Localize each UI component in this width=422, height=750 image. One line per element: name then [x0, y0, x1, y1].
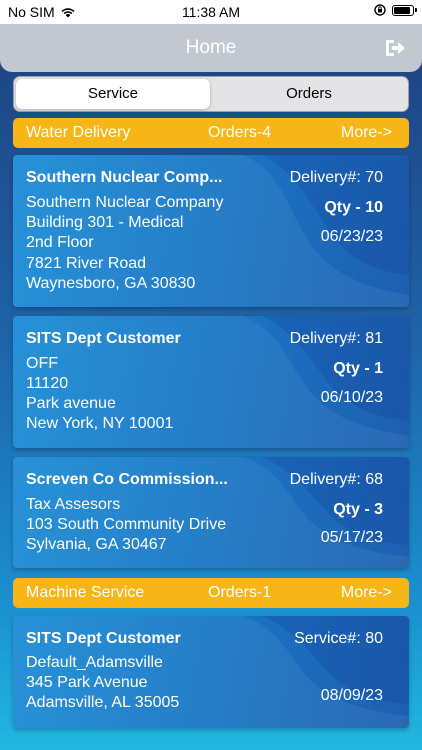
address-line: Default_Adamsville: [26, 654, 163, 671]
delivery-date: 06/10/23: [320, 389, 383, 406]
address-line: Tax Assesors: [26, 496, 121, 513]
delivery-number: Delivery#: 81: [289, 330, 383, 347]
customer-name: SITS Dept Customer: [26, 630, 181, 647]
service-date: 08/09/23: [320, 687, 383, 704]
delivery-number: Delivery#: 68: [289, 471, 383, 488]
delivery-card[interactable]: SITS Dept Customer Delivery#: 81 OFF 111…: [13, 316, 409, 448]
section-order-count: Orders-1: [208, 584, 272, 601]
section-title: Machine Service: [26, 584, 145, 601]
delivery-card[interactable]: Screven Co Commission... Delivery#: 68 T…: [13, 457, 409, 568]
address-line: New York, NY 10001: [26, 415, 174, 432]
quantity: Qty - 1: [333, 360, 383, 377]
more-link[interactable]: More->: [341, 584, 392, 602]
customer-name: Southern Nuclear Comp...: [26, 169, 223, 186]
address-line: 103 South Community Drive: [26, 516, 227, 533]
service-orders-segmented-control: Service Orders: [13, 76, 409, 112]
address-line: OFF: [26, 355, 58, 372]
delivery-date: 06/23/23: [320, 228, 383, 245]
section-header-machine-service: Machine Service Orders-1 More->: [13, 578, 409, 608]
battery-icon: [392, 4, 417, 16]
address-line: Southern Nuclear Company: [26, 194, 224, 211]
quantity: Qty - 3: [333, 501, 383, 518]
tab-orders[interactable]: Orders: [212, 79, 406, 109]
delivery-number: Delivery#: 70: [289, 169, 383, 186]
address-line: Adamsville, AL 35005: [26, 694, 180, 711]
customer-name: Screven Co Commission...: [26, 471, 228, 488]
logout-icon[interactable]: [384, 38, 406, 58]
more-link[interactable]: More->: [341, 124, 392, 142]
delivery-date: 05/17/23: [320, 529, 383, 546]
address-line: 11120: [26, 375, 69, 392]
address-line: Sylvania, GA 30467: [26, 536, 167, 553]
address-line: 7821 River Road: [26, 255, 147, 272]
delivery-card[interactable]: Southern Nuclear Comp... Delivery#: 70 S…: [13, 155, 409, 307]
quantity: Qty - 10: [324, 199, 383, 216]
clock: 11:38 AM: [181, 4, 241, 20]
service-card[interactable]: SITS Dept Customer Service#: 80 Default_…: [13, 616, 409, 728]
address-line: 345 Park Avenue: [26, 674, 148, 691]
section-order-count: Orders-4: [208, 124, 272, 141]
address-line: 2nd Floor: [26, 234, 94, 251]
service-number: Service#: 80: [294, 630, 383, 647]
status-bar: No SIM 11:38 AM: [0, 0, 422, 24]
navigation-bar: Home: [0, 24, 422, 72]
tab-service[interactable]: Service: [16, 79, 210, 109]
page-title: Home: [185, 37, 237, 58]
section-header-water-delivery: Water Delivery Orders-4 More->: [13, 118, 409, 148]
address-line: Building 301 - Medical: [26, 214, 184, 231]
address-line: Waynesboro, GA 30830: [26, 275, 196, 292]
address-line: Park avenue: [26, 395, 116, 412]
section-title: Water Delivery: [26, 124, 131, 141]
customer-name: SITS Dept Customer: [26, 330, 181, 347]
orientation-lock-icon: [374, 4, 386, 16]
